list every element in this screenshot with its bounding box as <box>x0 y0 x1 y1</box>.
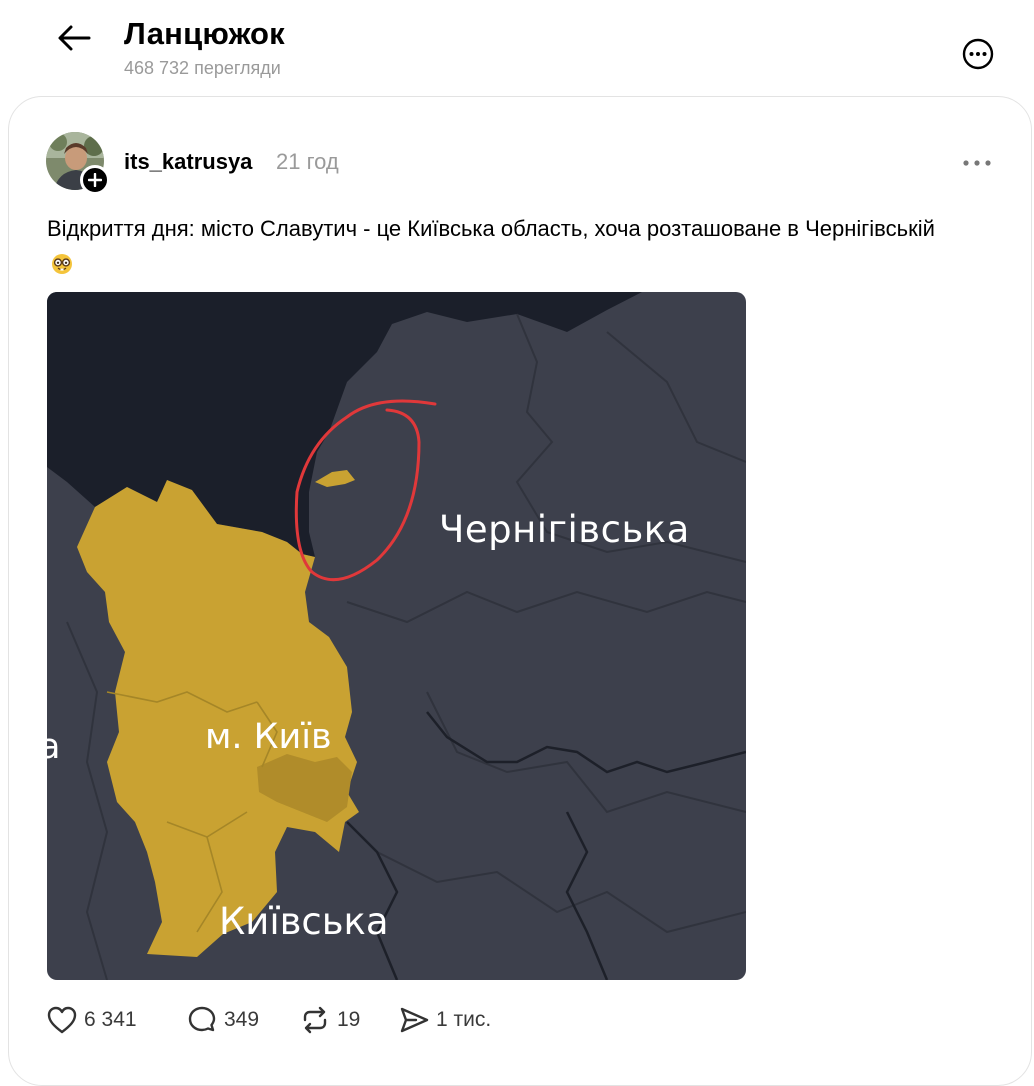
repost-count: 19 <box>337 1008 361 1031</box>
label-chernihiv: Чернігівська <box>439 508 690 551</box>
comment-bubble-icon <box>188 1006 216 1032</box>
label-left-fragment: а <box>47 727 60 767</box>
label-kyiv-oblast: Київська <box>219 900 389 943</box>
repost-button[interactable]: 19 <box>299 1000 360 1040</box>
send-icon <box>400 1007 429 1033</box>
page-title: Ланцюжок <box>124 16 285 51</box>
post-username[interactable]: its_katrusya <box>124 149 252 175</box>
share-count: 1 тис. <box>436 1008 492 1031</box>
repost-icon <box>303 1006 327 1034</box>
back-button[interactable] <box>52 18 96 58</box>
heart-icon <box>47 1006 77 1034</box>
more-circle-icon <box>962 38 994 70</box>
more-horizontal-icon <box>963 160 991 166</box>
like-count: 6 341 <box>84 1008 137 1031</box>
post-text: Відкриття дня: місто Славутич - це Київс… <box>47 212 947 280</box>
follow-button[interactable] <box>80 165 110 195</box>
view-count: 468 732 перегляди <box>124 58 281 78</box>
label-kyiv-city: м. Київ <box>205 717 332 757</box>
thread-header: Ланцюжок 468 732 перегляди <box>0 0 1034 96</box>
post-timestamp: 21 год <box>276 149 339 174</box>
post-image-map[interactable]: Чернігівська м. Київ Київська а <box>47 292 746 980</box>
comment-button[interactable]: 349 <box>186 1000 259 1040</box>
post-actions: 6 341 349 19 1 тис. <box>46 1000 746 1040</box>
comment-count: 349 <box>224 1008 260 1031</box>
share-button[interactable]: 1 тис. <box>398 1000 491 1040</box>
like-button[interactable]: 6 341 <box>46 1000 137 1040</box>
post-options-button[interactable] <box>955 150 999 176</box>
thread-options-button[interactable] <box>958 34 998 74</box>
plus-icon <box>88 173 102 187</box>
nerd-face-emoji-icon <box>52 254 72 275</box>
post-text-content: Відкриття дня: місто Славутич - це Київс… <box>47 216 935 241</box>
arrow-left-icon <box>58 25 91 51</box>
